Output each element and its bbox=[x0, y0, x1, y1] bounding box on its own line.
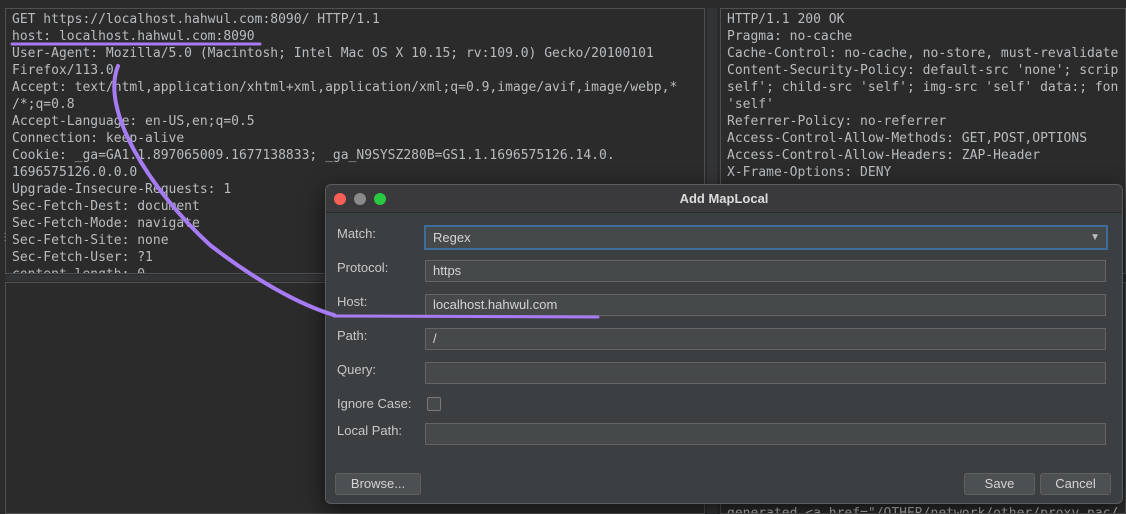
response-line: Referrer-Policy: no-referrer bbox=[727, 114, 947, 129]
local-path-label: Local Path: bbox=[337, 423, 403, 438]
response-line: Content-Security-Policy: default-src 'no… bbox=[727, 63, 1119, 78]
request-line: Accept-Language: en-US,en;q=0.5 bbox=[12, 114, 255, 129]
host-field[interactable]: localhost.hahwul.com bbox=[425, 294, 1106, 316]
response-body-line: generated <a href="/OTHER/network/other/… bbox=[727, 506, 1119, 514]
request-line: User-Agent: Mozilla/5.0 (Macintosh; Inte… bbox=[12, 46, 654, 61]
request-line: Firefox/113.0 bbox=[12, 63, 114, 78]
match-label: Match: bbox=[337, 226, 377, 241]
response-line: HTTP/1.1 200 OK bbox=[727, 12, 845, 27]
ignore-case-checkbox[interactable] bbox=[427, 397, 441, 411]
request-line: Cookie: _ga=GA1.1.897065009.1677138833; … bbox=[12, 148, 615, 163]
ignore-case-label: Ignore Case: bbox=[337, 396, 412, 411]
chevron-down-icon: ▼ bbox=[1090, 232, 1100, 243]
browse-button[interactable]: Browse... bbox=[335, 473, 421, 495]
protocol-field[interactable]: https bbox=[425, 260, 1106, 282]
cancel-button[interactable]: Cancel bbox=[1040, 473, 1111, 495]
response-line: self'; child-src 'self'; img-src 'self' … bbox=[727, 80, 1119, 95]
response-line: Pragma: no-cache bbox=[727, 29, 853, 44]
response-text[interactable]: HTTP/1.1 200 OK Pragma: no-cache Cache-Con… bbox=[721, 9, 1125, 181]
query-field[interactable] bbox=[425, 362, 1106, 384]
response-line: X-Frame-Options: DENY bbox=[727, 165, 892, 180]
request-line: 1696575126.0.0.0 bbox=[12, 165, 138, 180]
drag-handle-icon[interactable]: ⋮ bbox=[0, 232, 10, 248]
host-label: Host: bbox=[337, 294, 368, 309]
dialog-titlebar[interactable]: Add MapLocal bbox=[326, 185, 1122, 213]
add-maplocal-dialog: Add MapLocal Match: Regex ▼ Protocol: ht… bbox=[325, 184, 1123, 504]
path-label: Path: bbox=[337, 328, 368, 343]
dialog-title: Add MapLocal bbox=[679, 191, 769, 206]
response-line: Cache-Control: no-cache, no-store, must-… bbox=[727, 46, 1119, 61]
save-button[interactable]: Save bbox=[964, 473, 1035, 495]
response-line: Access-Control-Allow-Headers: ZAP-Header bbox=[727, 148, 1041, 163]
protocol-label: Protocol: bbox=[337, 260, 389, 275]
response-line: 'self' bbox=[727, 97, 774, 112]
local-path-field[interactable] bbox=[425, 423, 1106, 445]
match-select-value: Regex bbox=[433, 230, 471, 245]
response-line: Access-Control-Allow-Methods: GET,POST,O… bbox=[727, 131, 1088, 146]
request-line: Connection: keep-alive bbox=[12, 131, 185, 146]
query-label: Query: bbox=[337, 362, 377, 377]
request-line: /*;q=0.8 bbox=[12, 97, 75, 112]
request-line: Accept: text/html,application/xhtml+xml,… bbox=[12, 80, 678, 95]
match-select[interactable]: Regex ▼ bbox=[424, 225, 1108, 250]
request-line: host: localhost.hahwul.com:8090 bbox=[12, 29, 255, 44]
request-line: GET https://localhost.hahwul.com:8090/ H… bbox=[12, 12, 380, 27]
path-field[interactable]: / bbox=[425, 328, 1106, 350]
